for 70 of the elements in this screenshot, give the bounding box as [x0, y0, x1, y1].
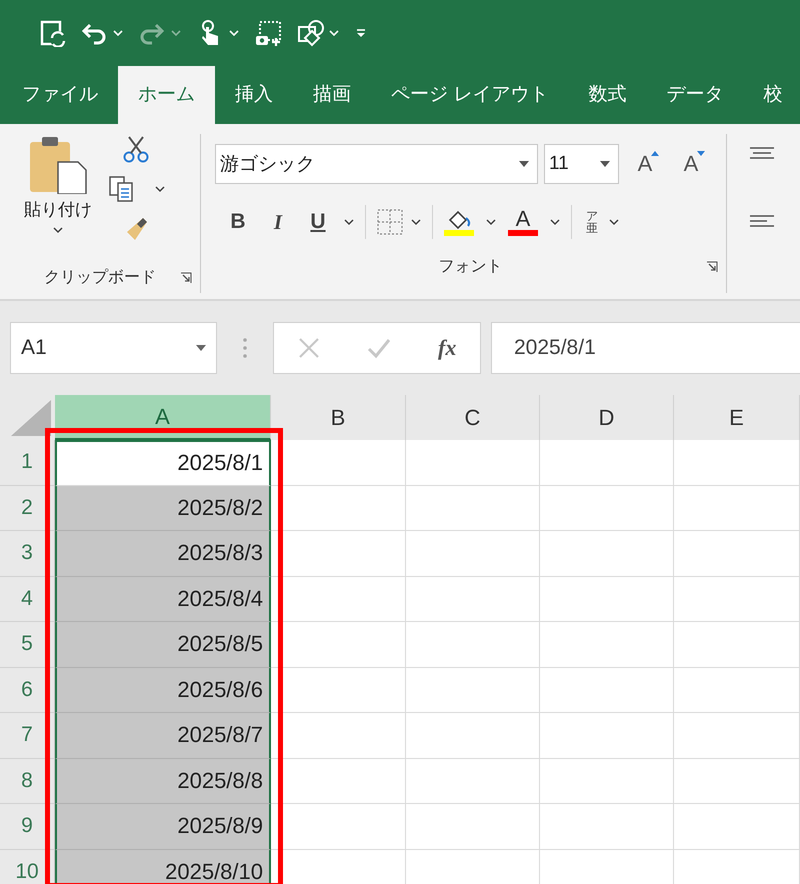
formula-input[interactable]: 2025/8/1: [491, 322, 800, 374]
table-cell: 2025/8/5: [55, 622, 271, 668]
column-header[interactable]: D: [540, 395, 674, 440]
table-cell: 2025/8/2: [55, 486, 271, 531]
group-label: フォント: [438, 256, 502, 276]
customize-icon[interactable]: [354, 26, 368, 40]
ribbon-tab[interactable]: ページ レイアウト: [371, 66, 568, 124]
grow-font-button[interactable]: A: [625, 151, 665, 177]
refresh-icon[interactable]: [38, 19, 66, 47]
fill-color-button[interactable]: [443, 208, 475, 236]
ribbon-tab[interactable]: 描画: [293, 66, 371, 124]
name-box[interactable]: A1: [10, 322, 217, 374]
underline-button[interactable]: U: [303, 210, 333, 234]
shapes-icon[interactable]: [296, 19, 324, 47]
shrink-font-button[interactable]: A: [671, 151, 711, 177]
font-name-field[interactable]: 游ゴシック: [215, 144, 538, 184]
align-top-icon[interactable]: [749, 146, 775, 160]
table-cell: 2025/8/3: [55, 531, 271, 576]
caret-icon[interactable]: [410, 217, 422, 227]
column-header[interactable]: E: [674, 395, 800, 440]
caret-icon[interactable]: [112, 28, 124, 38]
down-arrow-icon: [697, 151, 705, 156]
dropdown-icon[interactable]: [196, 345, 206, 351]
caret-icon[interactable]: [608, 217, 620, 227]
align-left-icon[interactable]: [749, 214, 775, 230]
ribbon-tab[interactable]: データ: [646, 66, 744, 124]
ribbon-tab[interactable]: 挿入: [215, 66, 293, 124]
dropdown-icon[interactable]: [600, 161, 610, 167]
caret-icon[interactable]: [328, 28, 340, 38]
column-header[interactable]: B: [271, 395, 406, 440]
table-cell: 2025/8/4: [55, 576, 271, 622]
table-cell: 2025/8/9: [55, 804, 271, 850]
grip-icon[interactable]: [243, 337, 247, 359]
up-arrow-icon: [651, 151, 659, 156]
table-cell: 2025/8/7: [55, 713, 271, 758]
bold-button[interactable]: B: [223, 210, 253, 234]
table-cell: 2025/8/10: [55, 850, 271, 884]
select-all-triangle-icon[interactable]: [11, 400, 51, 436]
row-header[interactable]: 9: [0, 804, 55, 850]
phonetic-guide-button[interactable]: ア亜: [586, 210, 598, 234]
borders-icon[interactable]: [376, 208, 404, 236]
font-size-field[interactable]: 11: [544, 144, 619, 184]
checkmark-icon[interactable]: [366, 337, 391, 359]
ribbon-tab[interactable]: 数式: [568, 66, 646, 124]
caret-icon[interactable]: [343, 217, 355, 227]
column-header[interactable]: C: [406, 395, 540, 440]
paste-button[interactable]: 貼り付け: [16, 132, 100, 255]
row-header[interactable]: 5: [0, 622, 55, 668]
caret-icon[interactable]: [549, 217, 561, 227]
table-cell: 2025/8/1: [55, 440, 271, 486]
dialog-launcher-icon[interactable]: [180, 272, 192, 284]
table-cell: 2025/8/6: [55, 668, 271, 713]
dropdown-icon[interactable]: [519, 161, 529, 167]
table-cell: 2025/8/8: [55, 758, 271, 804]
group-label: クリップボード: [44, 268, 156, 288]
italic-button[interactable]: I: [263, 210, 293, 234]
caret-icon[interactable]: [52, 225, 64, 235]
caret-icon[interactable]: [154, 184, 166, 194]
ribbon-tab[interactable]: ホーム: [118, 66, 215, 124]
ribbon-tab[interactable]: 校: [743, 66, 800, 124]
insert-function-button[interactable]: fx: [438, 335, 456, 361]
dialog-launcher-icon[interactable]: [706, 261, 718, 273]
row-header[interactable]: 3: [0, 531, 55, 576]
font-color-button[interactable]: A: [507, 208, 539, 236]
ribbon-tab[interactable]: ファイル: [2, 66, 118, 124]
row-header[interactable]: 1: [0, 440, 55, 486]
screenshot-icon[interactable]: [254, 19, 282, 47]
caret-icon[interactable]: [228, 28, 240, 38]
caret-icon[interactable]: [485, 217, 497, 227]
row-header[interactable]: 7: [0, 713, 55, 758]
